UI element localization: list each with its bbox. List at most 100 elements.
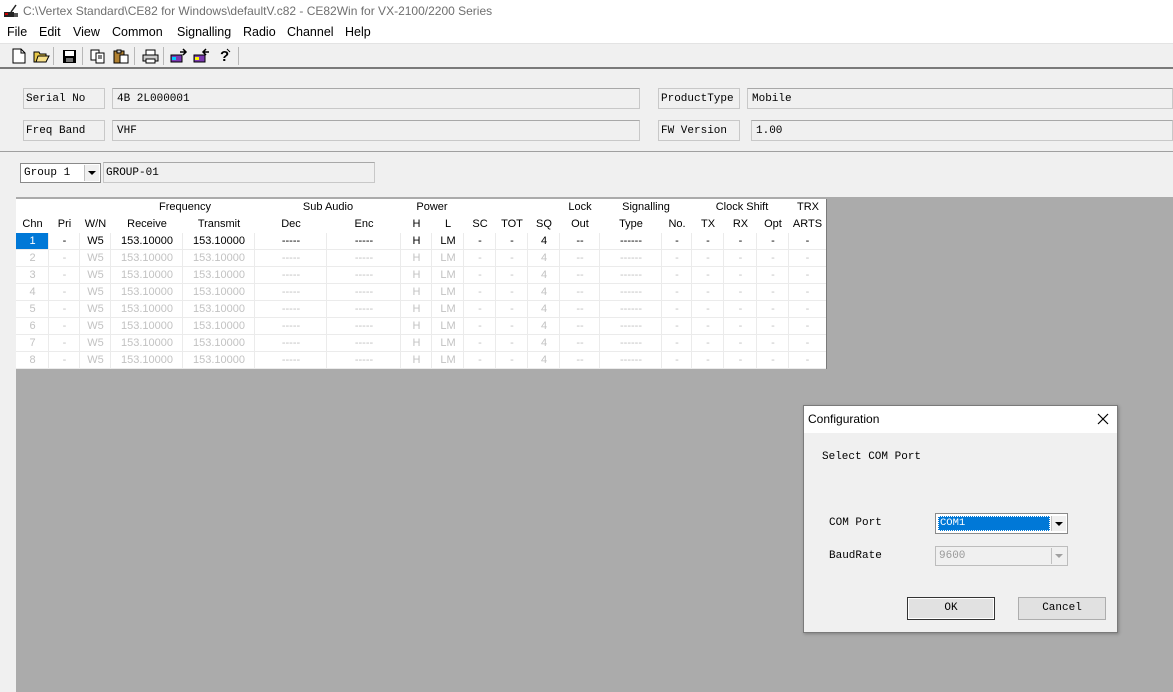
cell-enc[interactable]: ----- (327, 267, 401, 284)
column-header-pri[interactable]: Pri (49, 218, 80, 230)
cell-enc[interactable]: ----- (327, 301, 401, 318)
cell-power-l[interactable]: LM (432, 335, 464, 352)
cell-cs-tx[interactable]: - (692, 267, 724, 284)
cell-chn[interactable]: 7 (16, 335, 49, 352)
table-row[interactable]: 1- W5 153.10000 153.10000 ----- ----- H LM - -4 --… (16, 233, 826, 250)
cell-tot[interactable]: - (496, 250, 528, 267)
table-row[interactable]: 6- W5 153.10000 153.10000 ----- ----- H LM - -4 --… (16, 318, 826, 335)
table-row[interactable]: 5- W5 153.10000 153.10000 ----- ----- H LM - -4 --… (16, 301, 826, 318)
channel-grid[interactable]: Frequency Sub Audio Power Lock Signallin… (16, 199, 827, 369)
cell-cs-tx[interactable]: - (692, 301, 724, 318)
column-header-dec[interactable]: Dec (255, 218, 327, 230)
cell-power-l[interactable]: LM (432, 318, 464, 335)
cell-pri[interactable]: - (49, 233, 80, 250)
cell-sc[interactable]: - (464, 233, 496, 250)
cell-sig-type[interactable]: ------ (600, 318, 662, 335)
menu-file[interactable]: File (6, 25, 28, 39)
cell-transmit[interactable]: 153.10000 (183, 335, 255, 352)
cell-cs-opt[interactable]: - (757, 301, 789, 318)
cell-cs-opt[interactable]: - (757, 250, 789, 267)
cell-receive[interactable]: 153.10000 (111, 233, 183, 250)
cell-tot[interactable]: - (496, 233, 528, 250)
menu-channel[interactable]: Channel (286, 25, 335, 39)
cell-cs-tx[interactable]: - (692, 335, 724, 352)
cell-cs-opt[interactable]: - (757, 352, 789, 369)
menu-edit[interactable]: Edit (38, 25, 62, 39)
cell-sc[interactable]: - (464, 284, 496, 301)
cell-pri[interactable]: - (49, 284, 80, 301)
cell-power-l[interactable]: LM (432, 233, 464, 250)
cell-tot[interactable]: - (496, 335, 528, 352)
cell-cs-rx[interactable]: - (724, 318, 757, 335)
cell-receive[interactable]: 153.10000 (111, 335, 183, 352)
cell-transmit[interactable]: 153.10000 (183, 233, 255, 250)
menu-signalling[interactable]: Signalling (176, 25, 232, 39)
cell-receive[interactable]: 153.10000 (111, 318, 183, 335)
cell-power-l[interactable]: LM (432, 301, 464, 318)
print-icon[interactable] (141, 47, 159, 65)
table-row[interactable]: 2- W5 153.10000 153.10000 ----- ----- H LM - -4 --… (16, 250, 826, 267)
cell-power-l[interactable]: LM (432, 284, 464, 301)
cell-wn[interactable]: W5 (80, 318, 111, 335)
cell-trx-arts[interactable]: - (789, 301, 826, 318)
read-radio-icon[interactable] (170, 47, 188, 65)
table-row[interactable]: 3- W5 153.10000 153.10000 ----- ----- H LM - -4 --… (16, 267, 826, 284)
cell-power-h[interactable]: H (401, 301, 432, 318)
cell-sc[interactable]: - (464, 301, 496, 318)
cell-power-h[interactable]: H (401, 267, 432, 284)
cell-power-l[interactable]: LM (432, 250, 464, 267)
cell-transmit[interactable]: 153.10000 (183, 267, 255, 284)
cell-lock-out[interactable]: -- (560, 301, 600, 318)
cell-sig-no[interactable]: - (662, 335, 692, 352)
cell-sq[interactable]: 4 (528, 284, 560, 301)
cell-sc[interactable]: - (464, 318, 496, 335)
cell-trx-arts[interactable]: - (789, 352, 826, 369)
cell-receive[interactable]: 153.10000 (111, 267, 183, 284)
table-row[interactable]: 8- W5 153.10000 153.10000 ----- ----- H LM - -4 --… (16, 352, 826, 369)
cell-lock-out[interactable]: -- (560, 335, 600, 352)
column-header-transmit[interactable]: Transmit (183, 218, 255, 230)
cell-dec[interactable]: ----- (255, 233, 327, 250)
save-icon[interactable] (60, 47, 78, 65)
cell-cs-rx[interactable]: - (724, 233, 757, 250)
cell-wn[interactable]: W5 (80, 233, 111, 250)
column-header-tot[interactable]: TOT (496, 218, 528, 230)
cell-chn[interactable]: 5 (16, 301, 49, 318)
column-header-sig-type[interactable]: Type (600, 218, 662, 230)
cell-power-h[interactable]: H (401, 233, 432, 250)
cell-cs-rx[interactable]: - (724, 335, 757, 352)
cell-cs-opt[interactable]: - (757, 318, 789, 335)
cell-chn[interactable]: 6 (16, 318, 49, 335)
cell-wn[interactable]: W5 (80, 250, 111, 267)
cell-lock-out[interactable]: -- (560, 318, 600, 335)
cell-dec[interactable]: ----- (255, 284, 327, 301)
cell-receive[interactable]: 153.10000 (111, 284, 183, 301)
cell-sc[interactable]: - (464, 250, 496, 267)
cell-cs-rx[interactable]: - (724, 284, 757, 301)
cell-receive[interactable]: 153.10000 (111, 301, 183, 318)
group-select[interactable]: Group 1 (20, 163, 101, 183)
cell-pri[interactable]: - (49, 335, 80, 352)
cell-power-h[interactable]: H (401, 284, 432, 301)
help-icon[interactable]: ? (216, 47, 234, 65)
cell-sig-no[interactable]: - (662, 352, 692, 369)
cell-wn[interactable]: W5 (80, 301, 111, 318)
cell-sq[interactable]: 4 (528, 352, 560, 369)
new-icon[interactable] (10, 47, 28, 65)
cell-trx-arts[interactable]: - (789, 267, 826, 284)
com-port-select[interactable]: COM1 (935, 513, 1068, 534)
column-header-power-l[interactable]: L (432, 218, 464, 230)
cell-sig-type[interactable]: ------ (600, 335, 662, 352)
open-icon[interactable] (32, 47, 50, 65)
cell-enc[interactable]: ----- (327, 335, 401, 352)
cell-cs-tx[interactable]: - (692, 318, 724, 335)
cell-wn[interactable]: W5 (80, 352, 111, 369)
column-header-chn[interactable]: Chn (16, 218, 49, 230)
cell-sq[interactable]: 4 (528, 267, 560, 284)
cell-tot[interactable]: - (496, 301, 528, 318)
cell-pri[interactable]: - (49, 250, 80, 267)
cell-tot[interactable]: - (496, 318, 528, 335)
cell-cs-rx[interactable]: - (724, 267, 757, 284)
cell-lock-out[interactable]: -- (560, 352, 600, 369)
cell-sig-no[interactable]: - (662, 250, 692, 267)
